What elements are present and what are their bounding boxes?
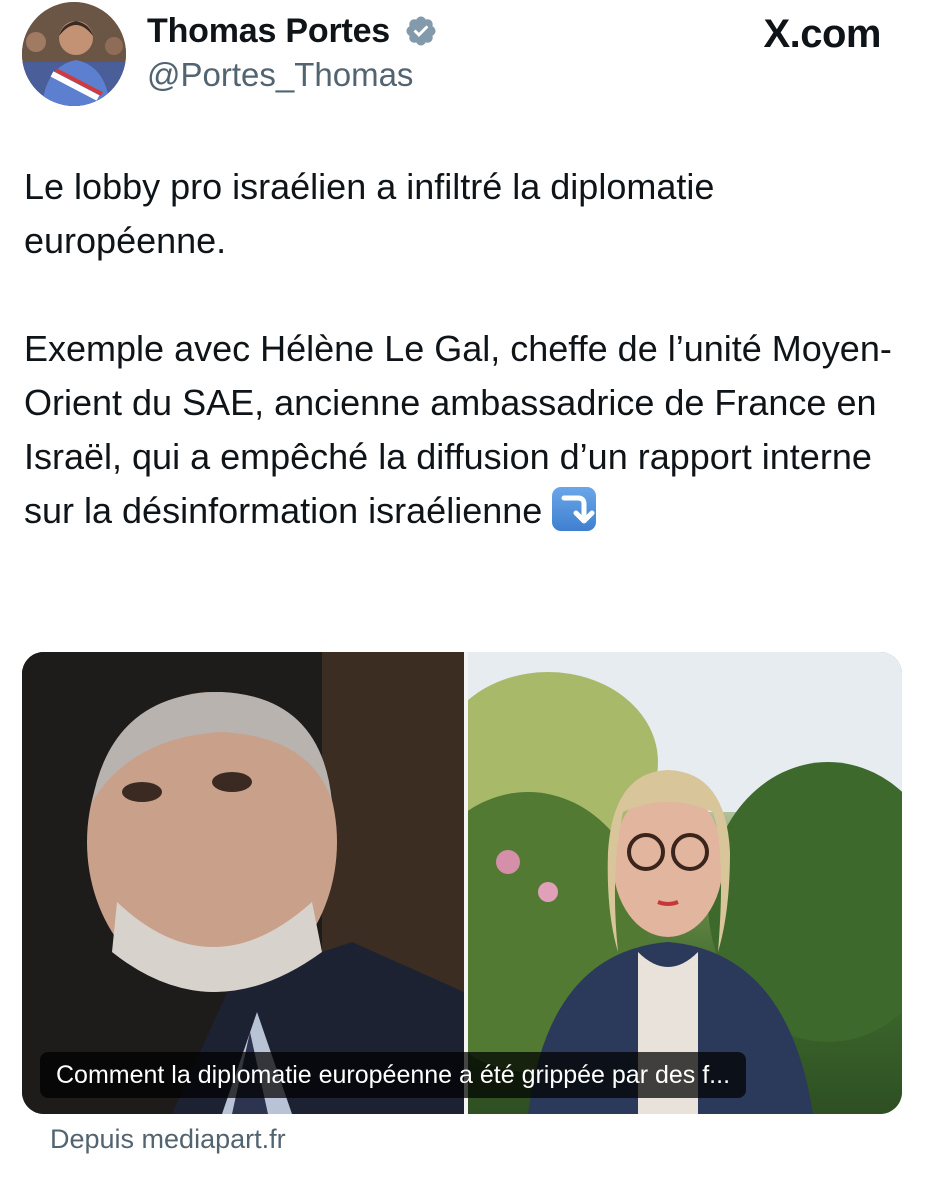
- tweet-paragraph: Exemple avec Hélène Le Gal, cheffe de l’…: [24, 322, 894, 538]
- link-preview-card[interactable]: Comment la diplomatie européenne a été g…: [22, 652, 902, 1114]
- card-image-left: [22, 652, 464, 1114]
- user-handle[interactable]: @Portes_Thomas: [147, 56, 413, 94]
- avatar-image: [22, 2, 126, 106]
- card-title: Comment la diplomatie européenne a été g…: [40, 1052, 747, 1098]
- tweet-body: Le lobby pro israélien a infiltré la dip…: [24, 160, 894, 538]
- card-source-link[interactable]: Depuis mediapart.fr: [50, 1124, 286, 1155]
- card-image-right: [468, 652, 902, 1114]
- avatar[interactable]: [22, 2, 126, 106]
- display-name[interactable]: Thomas Portes: [147, 12, 390, 51]
- x-logo: X.com: [763, 12, 881, 56]
- verified-badge-icon: [406, 16, 436, 46]
- tweet-paragraph: Le lobby pro israélien a infiltré la dip…: [24, 166, 715, 261]
- arrow-curving-down-icon: [552, 487, 597, 531]
- tweet-paragraph-text: Exemple avec Hélène Le Gal, cheffe de l’…: [24, 328, 892, 531]
- tweet-header: Thomas Portes @Portes_Thomas X.com: [0, 0, 925, 120]
